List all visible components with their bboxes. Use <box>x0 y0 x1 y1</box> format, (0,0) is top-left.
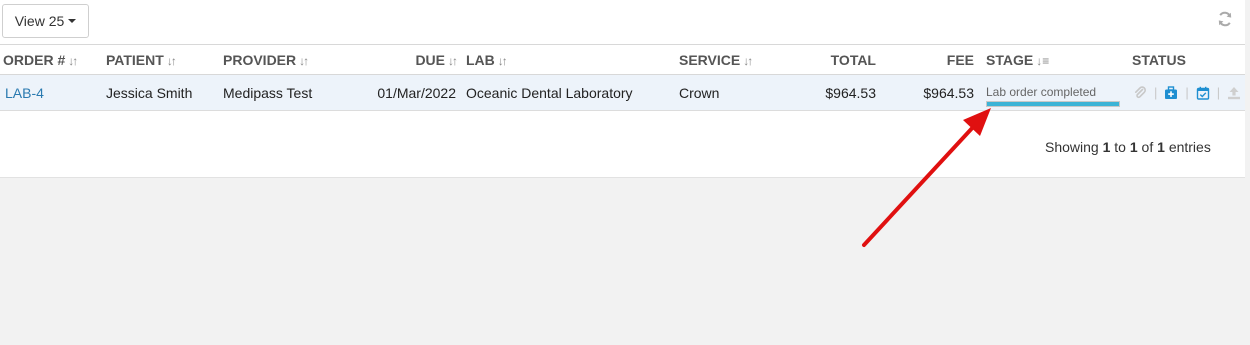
order-link[interactable]: LAB-4 <box>5 85 44 101</box>
divider: | <box>1216 85 1221 100</box>
column-header-order[interactable]: ORDER # ↓↑ <box>0 44 106 75</box>
sort-icon: ↓↑ <box>497 53 508 68</box>
cell-provider: Medipass Test <box>223 74 346 111</box>
table-header-row: ORDER # ↓↑ PATIENT ↓↑ PROVIDER ↓↑ DUE ↓↑ LAB… <box>0 44 1245 75</box>
briefcase-medical-icon[interactable] <box>1163 85 1179 101</box>
sort-ascending-icon: ↓≡ <box>1036 53 1050 68</box>
sort-icon: ↓↑ <box>448 53 458 68</box>
stage-indicator: Lab order completed <box>986 78 1120 108</box>
lab-orders-table: ORDER # ↓↑ PATIENT ↓↑ PROVIDER ↓↑ DUE ↓↑ LAB… <box>0 44 1245 111</box>
sort-icon: ↓↑ <box>299 53 309 68</box>
cell-fee: $964.53 <box>878 74 982 111</box>
cell-order: LAB-4 <box>0 74 106 111</box>
column-header-stage[interactable]: STAGE ↓≡ <box>982 44 1128 75</box>
page-size-dropdown[interactable]: View 25 <box>2 4 89 38</box>
cell-lab: Oceanic Dental Laboratory <box>464 74 679 111</box>
stage-progress-bar <box>986 100 1120 107</box>
cell-service: Crown <box>679 74 774 111</box>
column-header-service[interactable]: SERVICE ↓↑ <box>679 44 774 75</box>
paperclip-icon[interactable] <box>1132 85 1148 101</box>
cell-status: | | | <box>1128 74 1245 111</box>
sort-icon: ↓↑ <box>68 53 78 68</box>
column-header-patient[interactable]: PATIENT ↓↑ <box>106 44 223 75</box>
cell-due: 01/Mar/2022 <box>346 74 464 111</box>
lab-orders-panel: View 25 ORDER # ↓↑ PATIENT ↓↑ PROVIDER ↓… <box>0 0 1245 178</box>
upload-icon[interactable] <box>1226 85 1242 101</box>
status-actions: | | | <box>1132 85 1245 101</box>
sort-icon: ↓↑ <box>743 53 753 68</box>
pagination-info: Showing 1 to 1 of 1 entries <box>1045 139 1211 155</box>
divider: | <box>1185 85 1189 100</box>
cell-total: $964.53 <box>774 74 878 111</box>
toolbar: View 25 <box>0 0 1245 44</box>
stage-label: Lab order completed <box>986 84 1097 99</box>
column-header-total[interactable]: TOTAL <box>774 44 878 75</box>
column-header-provider[interactable]: PROVIDER ↓↑ <box>223 44 346 75</box>
table-row: LAB-4 Jessica Smith Medipass Test 01/Mar… <box>0 74 1245 111</box>
column-header-due[interactable]: DUE ↓↑ <box>346 44 464 75</box>
sort-icon: ↓↑ <box>166 53 177 68</box>
page-size-label: View 25 <box>14 13 65 29</box>
calendar-check-icon[interactable] <box>1195 85 1211 101</box>
divider: | <box>1154 85 1158 100</box>
stage-progress-fill <box>987 101 1119 106</box>
column-header-fee[interactable]: FEE <box>878 44 982 75</box>
refresh-icon[interactable] <box>1216 10 1234 28</box>
caret-down-icon <box>68 19 77 23</box>
cell-stage: Lab order completed <box>982 74 1128 111</box>
cell-patient: Jessica Smith <box>106 74 223 111</box>
column-header-status: STATUS <box>1128 44 1245 75</box>
column-header-lab[interactable]: LAB ↓↑ <box>464 44 679 75</box>
